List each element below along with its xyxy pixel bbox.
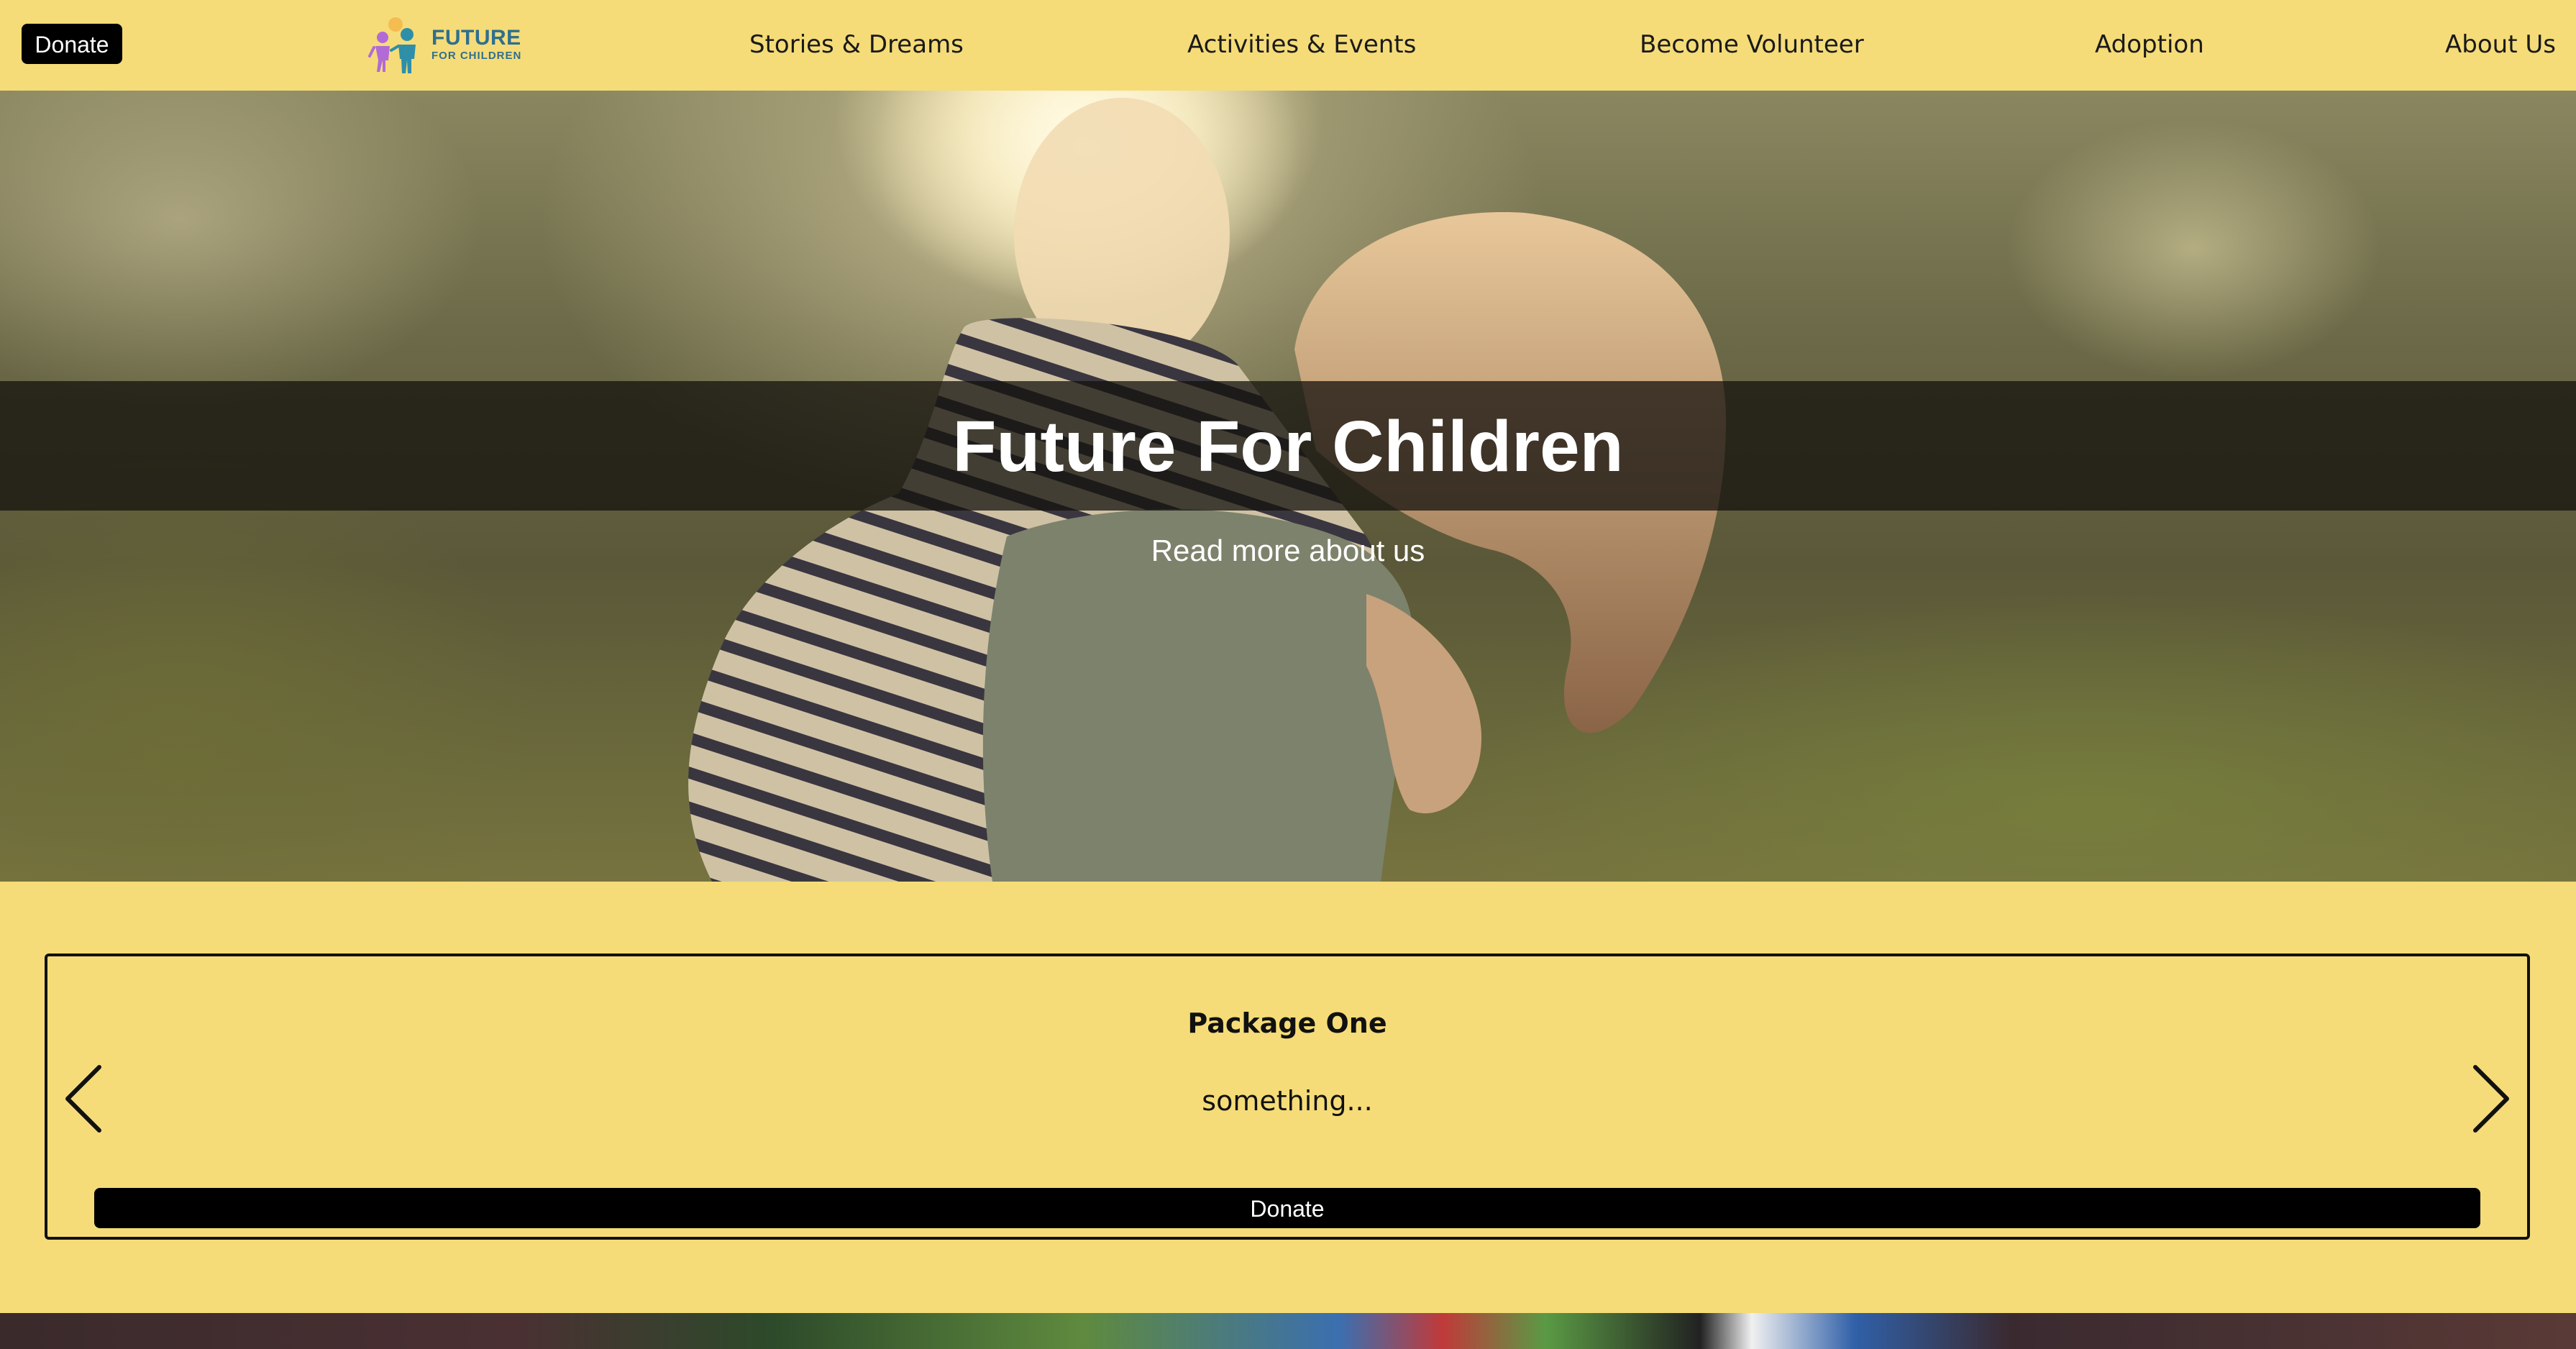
logo-line2: FOR CHILDREN <box>431 50 522 62</box>
carousel-prev-button[interactable] <box>59 1061 109 1136</box>
nav-adoption[interactable]: Adoption <box>2095 29 2204 60</box>
logo-wordmark: FUTURE FOR CHILDREN <box>431 26 522 62</box>
nav-become-volunteer[interactable]: Become Volunteer <box>1640 29 1864 60</box>
package-carousel: Package One something... Donate <box>45 954 2530 1240</box>
top-navbar: Donate FUTURE FOR CHILDREN Stories & Dre… <box>0 0 2576 91</box>
site-logo[interactable]: FUTURE FOR CHILDREN <box>367 14 521 76</box>
hero-banner: Future For Children Read more about us <box>0 91 2576 882</box>
next-section-image <box>0 1313 2576 1349</box>
chevron-left-icon <box>65 1065 101 1133</box>
logo-children-icon <box>368 17 416 73</box>
hero-title: Future For Children <box>952 406 1624 487</box>
nav-about-us[interactable]: About Us <box>2445 29 2556 60</box>
package-title: Package One <box>1187 1007 1387 1039</box>
nav-stories-dreams[interactable]: Stories & Dreams <box>749 29 964 60</box>
package-description: something... <box>1202 1085 1373 1117</box>
nav-activities-events[interactable]: Activities & Events <box>1187 29 1416 60</box>
chevron-right-icon <box>2473 1065 2509 1133</box>
header-donate-button[interactable]: Donate <box>22 24 122 64</box>
package-donate-button[interactable]: Donate <box>94 1188 2480 1228</box>
read-more-link[interactable]: Read more about us <box>0 531 2576 571</box>
logo-line1: FUTURE <box>431 26 521 50</box>
carousel-next-button[interactable] <box>2465 1061 2516 1136</box>
